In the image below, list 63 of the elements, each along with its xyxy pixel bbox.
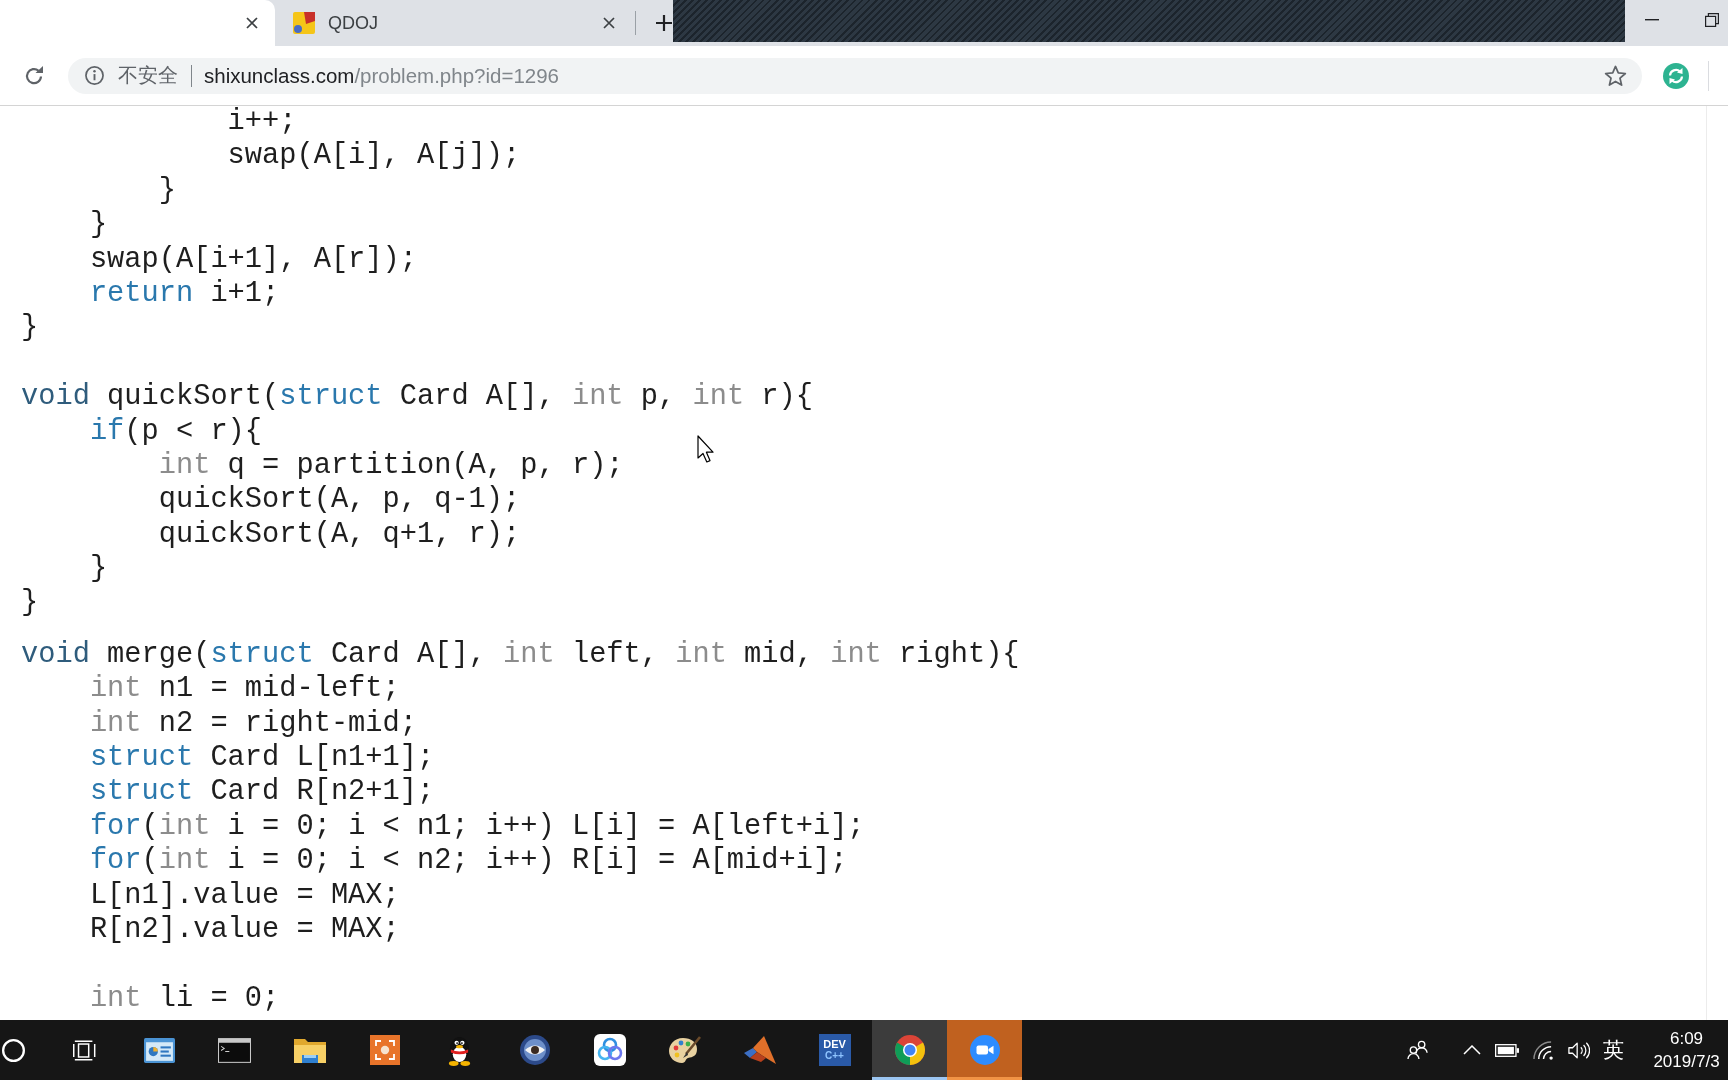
code-line: } — [21, 586, 39, 620]
star-icon[interactable] — [1604, 64, 1627, 87]
logo-text: C++ — [825, 1051, 844, 1061]
wifi-icon[interactable] — [1532, 1040, 1554, 1060]
rings-tile-icon — [593, 1034, 626, 1066]
code-line: } — [89, 552, 108, 586]
favicon-icon — [293, 12, 315, 34]
address-bar[interactable]: 不安全 shixunclass.com/problem.php?id=1296 — [68, 57, 1642, 94]
segmented-disc-icon — [894, 1035, 925, 1065]
code-line: R[n2].value = MAX; — [89, 913, 400, 946]
url-text[interactable]: shixunclass.com/problem.php?id=1296 — [204, 63, 559, 88]
code-line: } — [89, 208, 108, 242]
focus-frame-icon — [369, 1035, 400, 1065]
new-tab-icon[interactable] — [656, 15, 672, 31]
clock-date[interactable]: 2019/7/3 — [1653, 1050, 1720, 1073]
code-line: swap(A[i], A[j]); — [227, 139, 521, 173]
code-line: } — [158, 173, 176, 207]
taskbar-button[interactable] — [872, 1020, 947, 1080]
code-line: for(int i = 0; i < n1; i++) L[i] = A[left+i]; — [89, 809, 865, 843]
close-icon[interactable] — [603, 17, 615, 29]
clock-time[interactable]: 6:09 — [1669, 1027, 1704, 1050]
terminal-icon — [218, 1037, 251, 1063]
security-label[interactable]: 不安全 — [118, 62, 178, 89]
code-line: void merge(struct Card A[], int left, int mid, int right){ — [21, 637, 1020, 671]
input-method-indicator[interactable]: 英 — [1602, 1036, 1624, 1064]
code-line: i++; — [227, 106, 297, 138]
code-line: int li = 0; — [89, 981, 280, 1015]
eye-disc-icon — [519, 1035, 550, 1065]
ring-icon[interactable] — [2, 1038, 25, 1062]
code-line: int n2 = right-mid; — [89, 706, 417, 740]
code-line: struct Card L[n1+1]; — [89, 741, 435, 775]
video-camera-icon — [969, 1035, 1000, 1065]
logo-text: DEV — [823, 1039, 846, 1050]
code-line: for(int i = 0; i < n2; i++) R[i] = A[mid+i]; — [89, 844, 848, 878]
battery-icon[interactable] — [1495, 1043, 1519, 1057]
code-line: struct Card R[n2+1]; — [89, 775, 435, 809]
code-line: int n1 = mid-left; — [89, 672, 400, 706]
code-line: if(p < r){ — [89, 414, 263, 448]
code-line: } — [21, 311, 39, 345]
code-line: void quickSort(struct Card A[], int p, int r){ — [21, 380, 813, 414]
close-icon[interactable] — [246, 17, 258, 29]
speaker-icon[interactable] — [1568, 1040, 1590, 1060]
palette-icon — [668, 1036, 701, 1064]
minimize-icon[interactable] — [1645, 19, 1659, 21]
people-icon[interactable] — [1407, 1040, 1429, 1060]
peak-icon — [743, 1036, 776, 1064]
taskbar-button[interactable]: DEV C++ — [797, 1020, 872, 1080]
penguin-icon — [447, 1034, 472, 1066]
reload-icon[interactable] — [24, 65, 44, 86]
chevron-up-icon[interactable] — [1463, 1045, 1481, 1055]
folder-icon — [293, 1037, 326, 1063]
restore-icon[interactable] — [1705, 13, 1719, 27]
info-icon[interactable] — [85, 66, 104, 85]
code-line: quickSort(A, q+1, r); — [158, 517, 521, 551]
sync-icon[interactable] — [1663, 62, 1689, 89]
mouse-pointer-icon — [697, 435, 715, 463]
code-line: int q = partition(A, p, r); — [158, 448, 624, 482]
window-chart-icon — [144, 1037, 175, 1063]
code-line: swap(A[i+1], A[r]); — [89, 242, 417, 276]
code-line: quickSort(A, p, q-1); — [158, 483, 521, 517]
task-view-icon[interactable] — [73, 1039, 97, 1061]
code-line: L[n1].value = MAX; — [89, 878, 400, 912]
code-line: return i+1; — [89, 276, 280, 310]
